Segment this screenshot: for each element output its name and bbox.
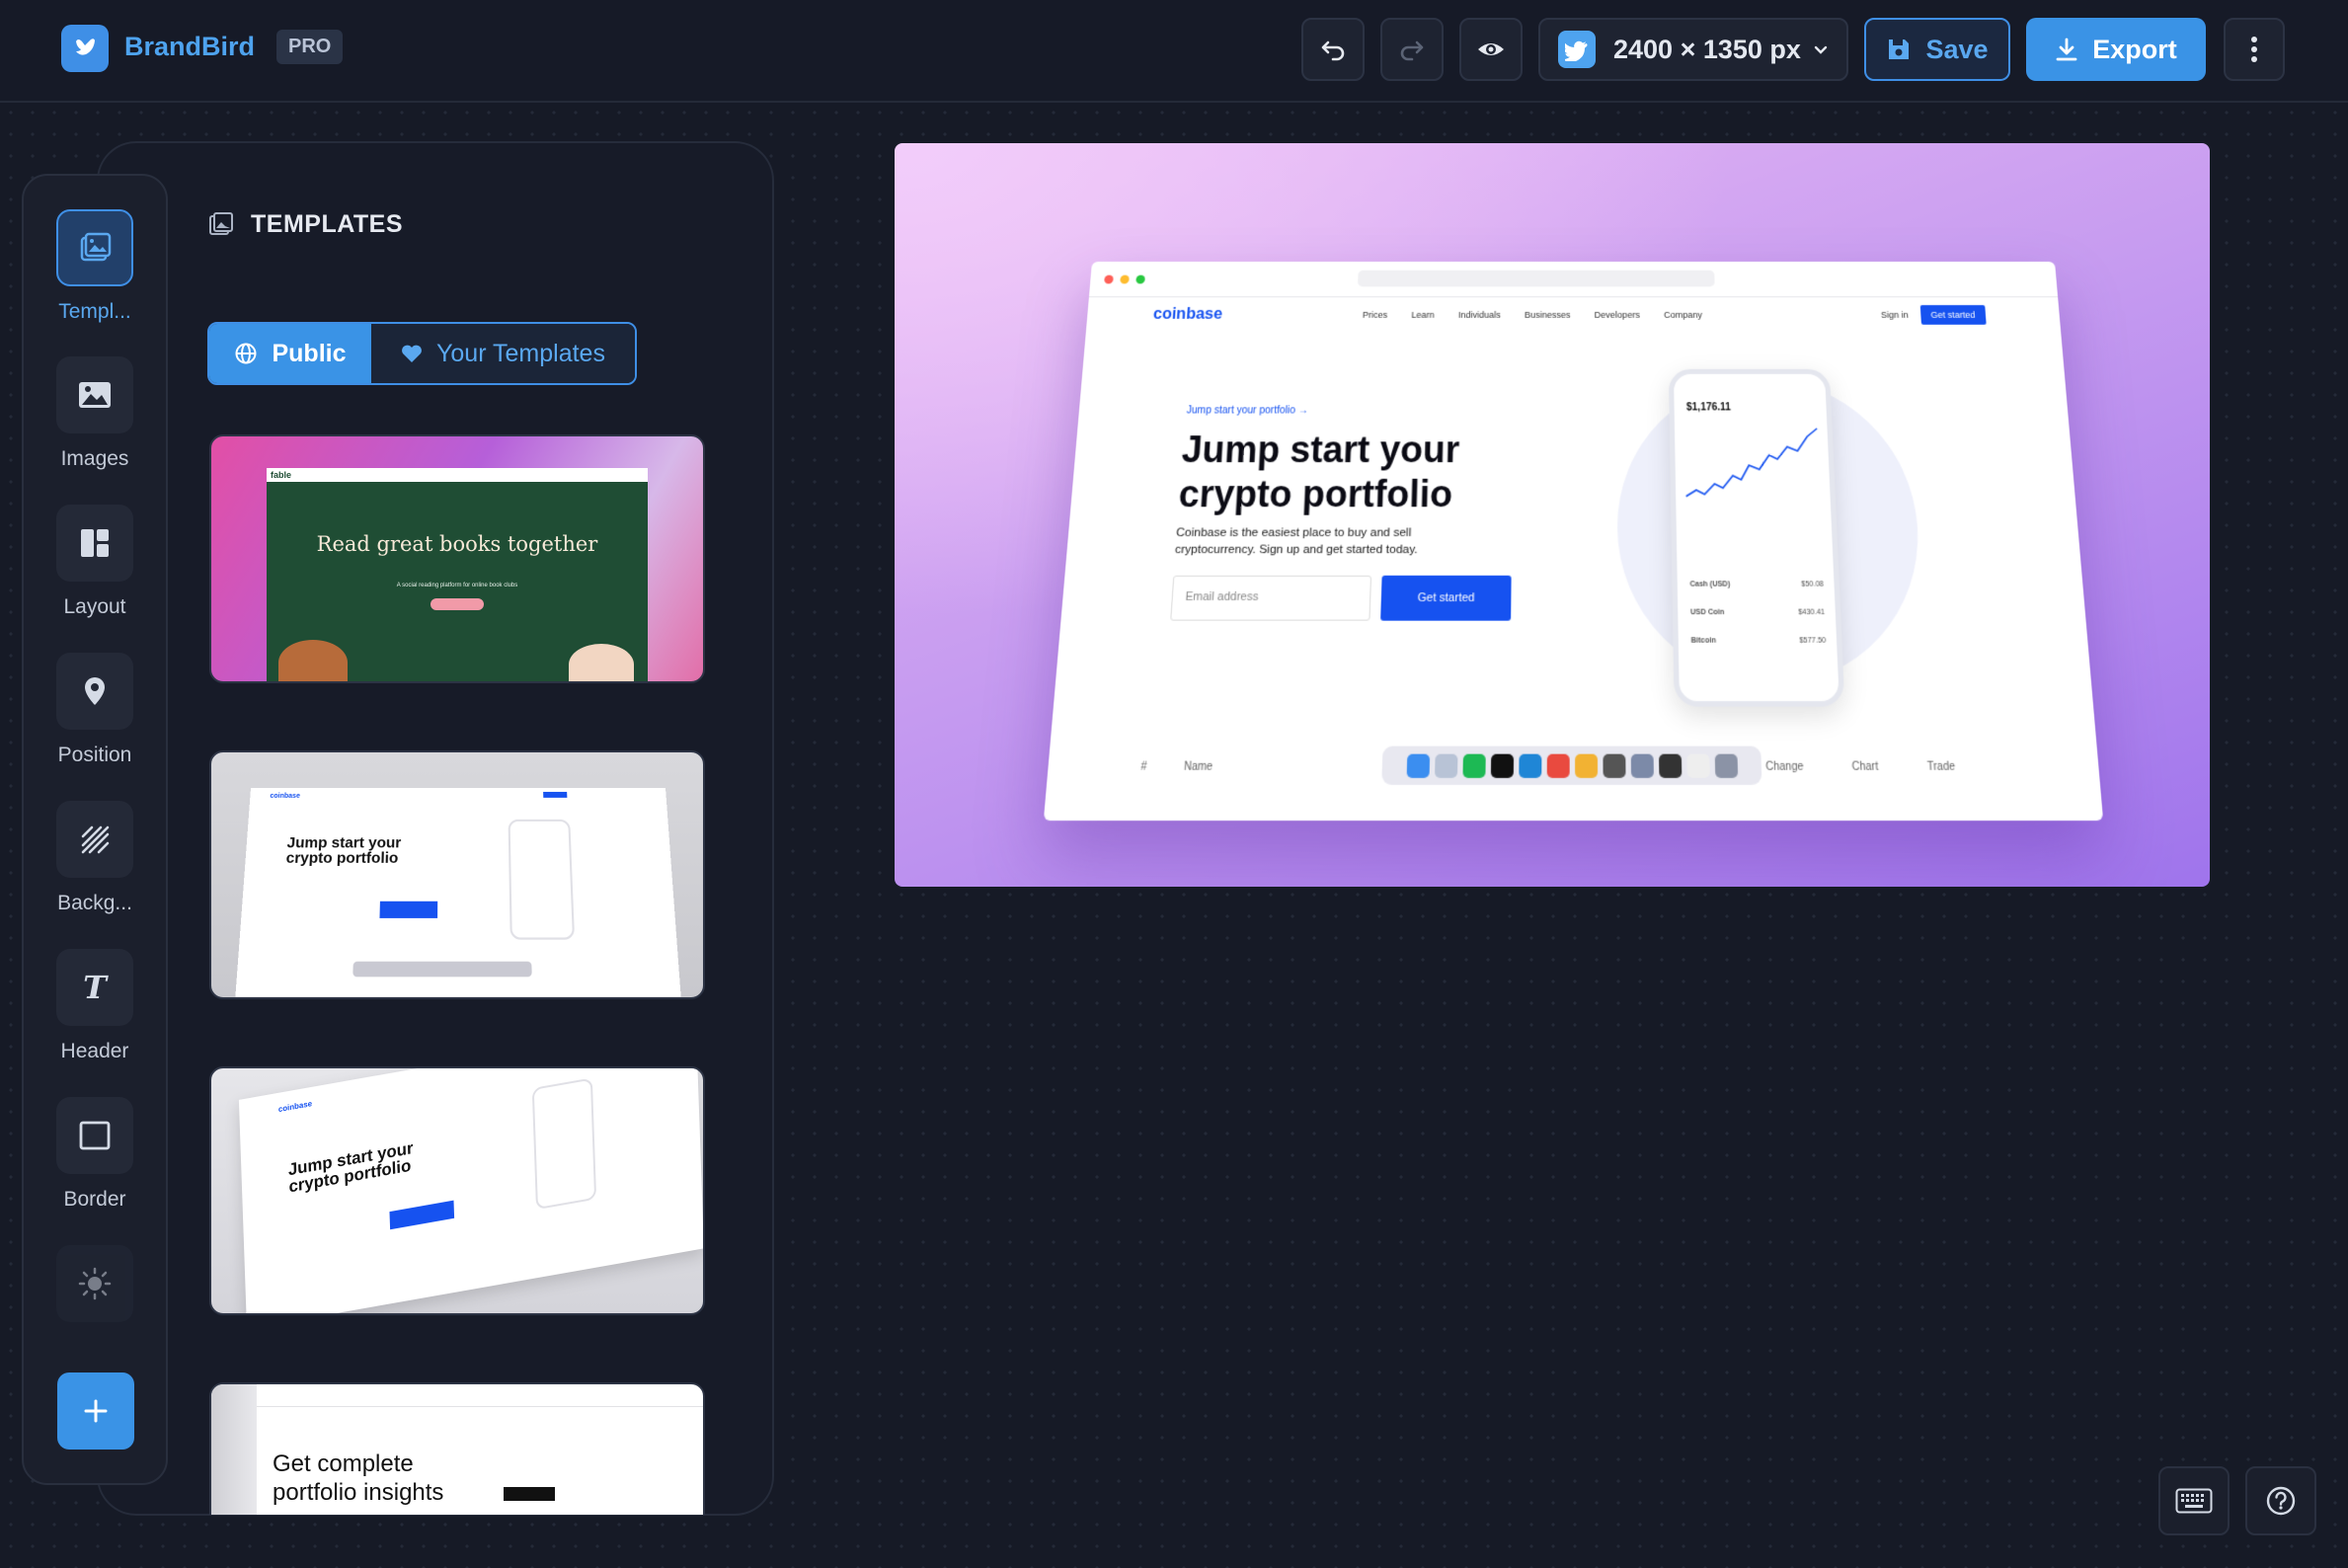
nav-link: Developers (1594, 309, 1640, 320)
more-options-button[interactable] (2224, 18, 2285, 81)
brandbird-logo-icon[interactable] (61, 25, 109, 72)
text-icon: T (56, 949, 133, 1026)
plus-icon (84, 1399, 108, 1423)
site-logo: coinbase (1152, 305, 1223, 323)
save-icon (1889, 39, 1910, 59)
phone-row: USD Coin $430.41 (1689, 608, 1826, 617)
phone-row: Cash (USD) $50.08 (1689, 581, 1825, 588)
keyboard-shortcuts-button[interactable] (2158, 1466, 2230, 1535)
site-cta: Get started (1919, 305, 1987, 325)
phone-balance: $1,176.11 (1685, 402, 1732, 414)
brightness-icon (56, 1245, 133, 1322)
undo-icon (1321, 40, 1345, 61)
rail-item-templates[interactable]: Templ... (24, 209, 166, 324)
layout-icon (56, 505, 133, 582)
tab-your-templates-label: Your Templates (436, 339, 605, 367)
template-thumbnail-crypto-flat[interactable]: coinbase Jump start your crypto portfoli… (209, 750, 705, 999)
nav-link: Learn (1411, 309, 1435, 320)
save-label: Save (1925, 34, 1989, 64)
rail-item-brightness[interactable] (24, 1245, 166, 1322)
square-icon (56, 1097, 133, 1174)
phone-row: Bitcoin $577.50 (1690, 637, 1827, 645)
hero-get-started: Get started (1380, 575, 1512, 621)
thumb-headline: Jump start your crypto portfolio (287, 1137, 414, 1197)
thumb-sub: A social reading platform for online boo… (396, 583, 518, 588)
tab-your-templates[interactable]: Your Templates (371, 324, 635, 383)
macos-dock (1381, 745, 1762, 785)
nav-link: Prices (1362, 309, 1388, 320)
design-canvas[interactable]: coinbase Prices Learn Individuals Busine… (895, 143, 2210, 887)
site-nav-links: Prices Learn Individuals Businesses Deve… (1363, 310, 1702, 320)
location-pin-icon (56, 653, 133, 730)
add-button[interactable] (57, 1372, 134, 1450)
rail-item-background[interactable]: Backg... (24, 801, 166, 915)
templates-title: TEMPLATES (251, 210, 404, 238)
more-vertical-icon (2251, 37, 2257, 62)
nav-link: Company (1663, 309, 1703, 320)
thumb-logo: fable (271, 470, 292, 480)
template-thumbnail-crypto-tilted[interactable]: coinbase Jump start your crypto portfoli… (209, 1066, 705, 1315)
heart-icon (402, 345, 422, 362)
redo-button[interactable] (1380, 18, 1444, 81)
phone-mockup: $1,176.11 Cash (USD) $50.08 USD Coin $430.… (1668, 368, 1845, 707)
phone-chart (1683, 425, 1829, 507)
twitter-icon (1558, 31, 1596, 68)
hero-email-field: Email address (1170, 575, 1372, 621)
preview-button[interactable] (1459, 18, 1523, 81)
keyboard-icon (2175, 1488, 2213, 1514)
help-icon (2266, 1486, 2296, 1516)
nav-link: Businesses (1525, 309, 1571, 320)
nav-link: Individuals (1457, 309, 1501, 320)
save-button[interactable]: Save (1864, 18, 2010, 81)
rail-label-images: Images (60, 447, 129, 470)
export-label: Export (2092, 34, 2177, 64)
thumb-headline: Jump start your crypto portfolio (285, 834, 402, 867)
image-icon (56, 356, 133, 433)
globe-icon (235, 343, 257, 364)
browser-url-bar (1358, 270, 1715, 287)
template-thumbnail-portfolio[interactable]: Get complete portfolio insights (209, 1382, 705, 1515)
undo-button[interactable] (1301, 18, 1365, 81)
templates-filter-toggle: Public Your Templates (207, 322, 637, 385)
chevron-down-icon (1814, 45, 1828, 54)
templates-title-icon (209, 212, 233, 235)
export-button[interactable]: Export (2026, 18, 2206, 81)
rail-label-position: Position (57, 744, 132, 766)
rail-label-background: Backg... (57, 892, 132, 914)
download-icon (2056, 38, 2077, 61)
templates-icon (56, 209, 133, 286)
template-thumbnail-book-club[interactable]: fable Read great books together A social… (209, 434, 705, 683)
eye-icon (1478, 43, 1504, 55)
canvas-size-label: 2400 × 1350 px (1613, 34, 1801, 64)
rail-item-layout[interactable]: Layout (24, 505, 166, 619)
redo-icon (1400, 40, 1424, 61)
rail-item-border[interactable]: Border (24, 1097, 166, 1212)
pro-badge: PRO (276, 30, 344, 64)
tool-rail: Templ... Images Layout Position Backg...… (22, 174, 168, 1485)
thumb-headline: Read great books together (316, 532, 598, 556)
rail-label-header: Header (60, 1040, 129, 1062)
help-button[interactable] (2245, 1466, 2316, 1535)
hero-body: Coinbase is the easiest place to buy and… (1174, 526, 1418, 557)
top-bar: BrandBird PRO 2400 × 1350 px Save Export (0, 0, 2348, 103)
hero-tag: Jump start your portfolio → (1186, 405, 1309, 417)
tab-public-label: Public (272, 339, 347, 367)
canvas-size-dropdown[interactable]: 2400 × 1350 px (1538, 18, 1848, 81)
browser-mockup: coinbase Prices Learn Individuals Busine… (1043, 262, 2104, 822)
rail-item-images[interactable]: Images (24, 356, 166, 471)
rail-label-border: Border (63, 1188, 126, 1211)
background-pattern-icon (56, 801, 133, 878)
rail-item-position[interactable]: Position (24, 653, 166, 767)
rail-label-layout: Layout (63, 595, 126, 618)
app-name: BrandBird (124, 32, 256, 61)
thumb-headline: Get complete portfolio insights (273, 1450, 444, 1506)
tab-public[interactable]: Public (209, 324, 371, 383)
site-nav: coinbase Prices Learn Individuals Busine… (1152, 304, 1992, 330)
hero-headline: Jump start your crypto portfolio (1177, 428, 1460, 515)
rail-label-templates: Templ... (58, 300, 131, 323)
template-thumbnail-portfolio-clip: Get complete portfolio insights (209, 1382, 705, 1515)
site-sign-in: Sign in (1880, 309, 1910, 320)
rail-item-header[interactable]: T Header (24, 949, 166, 1063)
